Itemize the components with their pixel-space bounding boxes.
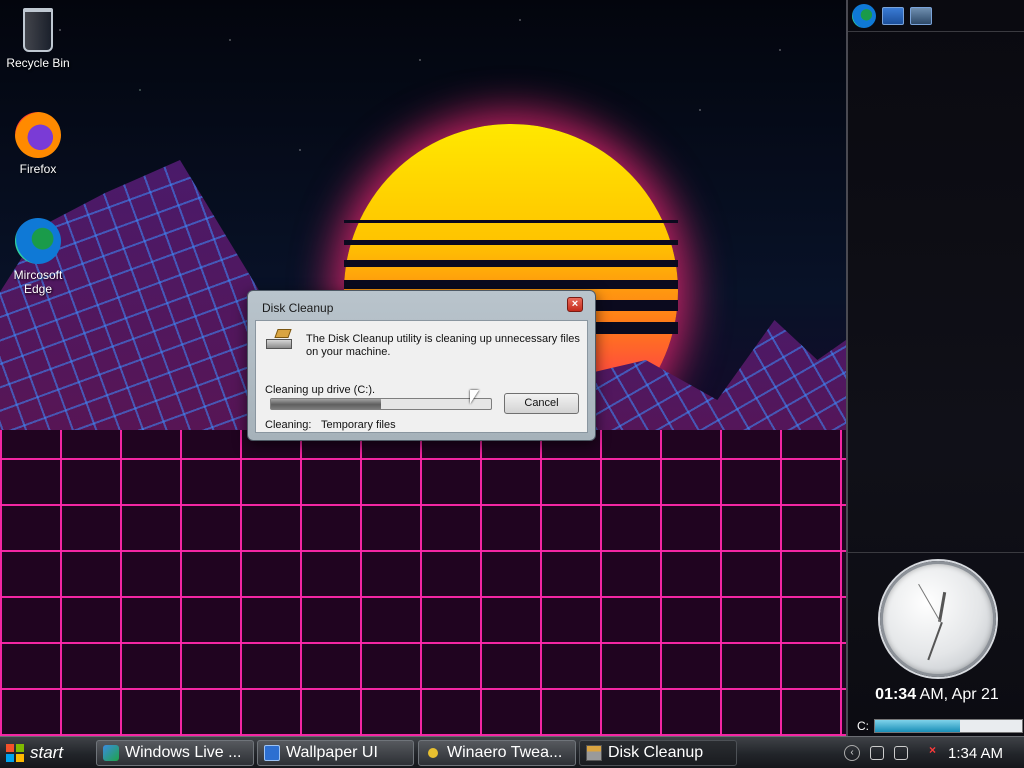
screen-icon[interactable] [882, 6, 904, 25]
sidebar-clock-date: AM, Apr 21 [916, 686, 999, 703]
recycle-bin-icon [23, 8, 53, 52]
disk-cleanup-icon [586, 745, 602, 761]
desktop-icon-firefox[interactable]: Firefox [0, 112, 76, 176]
start-button[interactable]: start [0, 739, 90, 767]
wallpaper-icon [264, 745, 280, 761]
taskbar: start Windows Live ... Wallpaper UI Wina… [0, 736, 1024, 768]
desktop-icon-recycle-bin[interactable]: Recycle Bin [0, 8, 76, 70]
windows-live-icon [103, 745, 119, 761]
cancel-button[interactable]: Cancel [504, 393, 579, 414]
sidebar-toolbar [848, 0, 1024, 32]
network-icon[interactable] [894, 746, 908, 760]
dialog-drive-status: Cleaning up drive (C:). [265, 384, 376, 396]
cleaning-label: Cleaning: [265, 419, 312, 431]
mouse-cursor-icon [470, 390, 479, 404]
sidebar-divider [848, 552, 1024, 553]
cleanup-progress-fill [271, 399, 381, 409]
taskbar-button-winaero[interactable]: Winaero Twea... [418, 740, 576, 766]
dialog-close-button[interactable]: × [567, 297, 583, 312]
sidebar-clock-time: 01:34 [875, 686, 917, 703]
cleanup-progress-bar [270, 398, 492, 410]
desktop-icon-label: Recycle Bin [6, 56, 70, 70]
taskbar-button-label: Windows Live ... [125, 744, 242, 761]
taskbar-button-label: Disk Cleanup [608, 744, 704, 761]
desktop-icon-edge[interactable]: Mircosoft Edge [0, 218, 76, 296]
wallpaper-grid-floor [0, 430, 846, 736]
dialog-title: Disk Cleanup [262, 301, 334, 315]
edge-icon[interactable] [852, 3, 876, 28]
cleaning-value: Temporary files [321, 419, 396, 431]
desktop-icon-label: Firefox [19, 162, 57, 176]
taskbar-button-windows-live[interactable]: Windows Live ... [96, 740, 254, 766]
windows-flag-icon [6, 744, 24, 762]
taskbar-button-wallpaper-ui[interactable]: Wallpaper UI [257, 740, 414, 766]
tray-clock[interactable]: 1:34 AM [948, 745, 1003, 762]
desktop-icon-label: Mircosoft Edge [13, 268, 63, 296]
taskbar-button-disk-cleanup[interactable]: Disk Cleanup [579, 740, 737, 766]
disk-cleanup-icon [266, 329, 294, 351]
disk-cleanup-dialog: Disk Cleanup × The Disk Cleanup utility … [247, 290, 596, 441]
sidebar-clock-text: 01:34 AM, Apr 21 [848, 686, 1024, 704]
drive-meter-label: C: [857, 719, 869, 733]
system-tray: ‹ 1:34 AM [840, 739, 1024, 767]
edge-icon [15, 218, 61, 264]
tray-expand-icon[interactable]: ‹ [844, 745, 860, 761]
analog-clock-icon [880, 561, 996, 677]
drive-usage-fill [875, 720, 961, 732]
dialog-message: The Disk Cleanup utility is cleaning up … [306, 333, 580, 358]
winaero-icon [428, 748, 438, 758]
taskbar-button-label: Wallpaper UI [286, 744, 378, 761]
windows-icon[interactable] [910, 6, 932, 25]
drive-usage-meter [874, 719, 1023, 733]
firefox-icon [15, 112, 61, 158]
start-label: start [30, 743, 64, 762]
volume-muted-icon[interactable] [918, 743, 936, 760]
taskbar-button-label: Winaero Twea... [447, 744, 563, 761]
tray-app-icon[interactable] [870, 746, 884, 760]
dialog-body: The Disk Cleanup utility is cleaning up … [255, 320, 588, 433]
sidebar: 01:34 AM, Apr 21 C: [846, 0, 1024, 736]
